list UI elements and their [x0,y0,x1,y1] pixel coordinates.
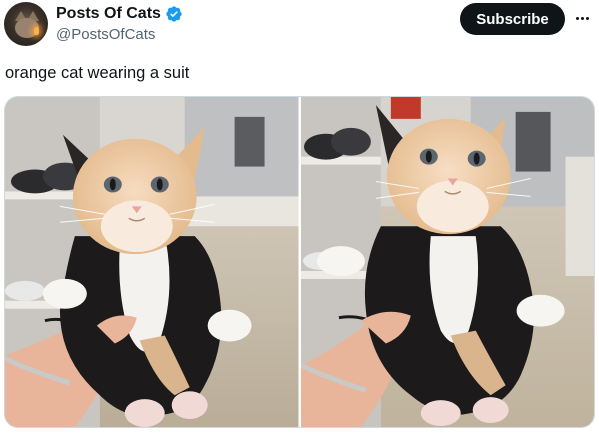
more-dot [585,16,589,20]
author-name-row: Posts Of Cats [56,4,183,24]
more-options-icon[interactable] [570,8,594,28]
more-dot [575,16,579,20]
author-avatar[interactable] [4,2,48,46]
tweet-text: orange cat wearing a suit [5,64,190,82]
subscribe-button[interactable]: Subscribe [460,3,565,35]
tweet-photo-1[interactable] [5,97,299,427]
verified-badge-icon[interactable] [165,5,183,23]
author-handle[interactable]: @PostsOfCats [56,25,155,44]
avatar-candle-flame [34,27,39,35]
tweet-header: Posts Of Cats @PostsOfCats Subscribe [0,0,599,60]
more-dot [580,16,584,20]
kitten-photo-illustration [300,97,594,427]
author-display-name[interactable]: Posts Of Cats [56,4,161,24]
kitten-photo-illustration [5,97,299,427]
media-grid [4,96,595,428]
tweet-photo-2[interactable] [300,97,594,427]
